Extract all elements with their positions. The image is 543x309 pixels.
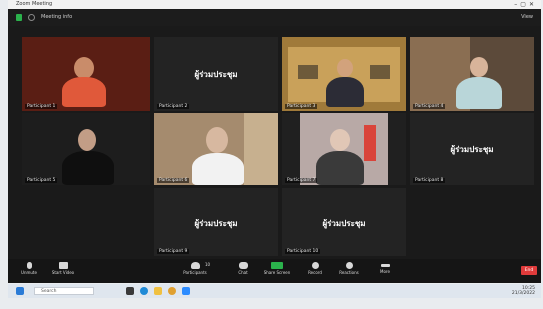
- clock-date: 21/3/2022: [511, 291, 535, 296]
- video-tile-6[interactable]: Participant 6: [154, 113, 278, 185]
- participant-name: Participant 4: [413, 104, 446, 109]
- end-meeting-button[interactable]: End: [521, 266, 537, 275]
- participant-body: [62, 151, 114, 185]
- zoom-app-icon[interactable]: [182, 287, 190, 295]
- video-button[interactable]: Start Video: [48, 261, 78, 281]
- mute-button[interactable]: Unmute: [14, 261, 44, 281]
- participant-face: [206, 127, 228, 153]
- file-explorer-icon[interactable]: [154, 287, 162, 295]
- video-tile-4[interactable]: Participant 4: [410, 37, 534, 111]
- edge-browser-icon[interactable]: [140, 287, 148, 295]
- record-icon: [311, 262, 319, 269]
- participant-face: [337, 59, 353, 77]
- participant-face: [74, 57, 94, 79]
- participant-face: [470, 57, 488, 77]
- reactions-icon: [345, 262, 353, 269]
- record-button[interactable]: Record: [300, 261, 330, 281]
- reactions-button[interactable]: Reactions: [334, 261, 364, 281]
- task-view-icon[interactable]: [126, 287, 134, 295]
- share-screen-icon: [271, 262, 283, 269]
- participant-display-name: ผู้ร่วมประชุม: [194, 70, 238, 80]
- meeting-topbar: Meeting info View: [8, 9, 541, 26]
- taskbar-search-input[interactable]: Search: [34, 287, 94, 295]
- participant-name: Participant 8: [413, 178, 446, 183]
- windows-start-icon[interactable]: [16, 287, 24, 295]
- meeting-info-label[interactable]: Meeting info: [41, 9, 72, 26]
- participant-face: [330, 129, 350, 151]
- microphone-icon: [26, 262, 32, 269]
- participant-name: Participant 2: [157, 104, 190, 109]
- info-icon[interactable]: [28, 14, 35, 21]
- video-tile-9[interactable]: ผู้ร่วมประชุม Participant 9: [154, 188, 278, 256]
- window-titlebar: Zoom Meeting –▢✕: [8, 0, 541, 9]
- video-tile-1[interactable]: Participant 1: [22, 37, 150, 111]
- video-tile-7[interactable]: Participant 7: [282, 113, 406, 185]
- window-controls[interactable]: –▢✕: [514, 0, 537, 9]
- participant-name: Participant 9: [157, 249, 190, 254]
- participant-name: Participant 6: [157, 178, 190, 183]
- view-menu[interactable]: View: [521, 9, 533, 26]
- meeting-toolbar: Unmute Start Video Participants 10 Chat …: [8, 259, 541, 283]
- system-tray-clock[interactable]: 10:25 21/3/2022: [512, 286, 535, 296]
- participant-name: Participant 5: [25, 178, 58, 183]
- participant-name: Participant 3: [285, 104, 318, 109]
- participant-name: Participant 7: [285, 178, 318, 183]
- participant-body: [456, 77, 502, 109]
- more-icon: [380, 264, 390, 267]
- video-tile-10[interactable]: ผู้ร่วมประชุม Participant 10: [282, 188, 406, 256]
- window-title: Zoom Meeting: [16, 1, 53, 7]
- chrome-icon[interactable]: [168, 287, 176, 295]
- participant-display-name: ผู้ร่วมประชุม: [322, 218, 366, 228]
- windows-taskbar: Search 10:25 21/3/2022: [8, 284, 541, 298]
- participant-display-name: ผู้ร่วมประชุม: [450, 145, 494, 155]
- participants-icon: [190, 262, 200, 269]
- video-tile-5[interactable]: Participant 5: [22, 113, 150, 185]
- camera-icon: [58, 262, 68, 269]
- security-shield-icon[interactable]: [16, 14, 22, 21]
- video-tile-2[interactable]: ผู้ร่วมประชุม Participant 2: [154, 37, 278, 111]
- more-button[interactable]: More: [370, 261, 400, 281]
- participant-body: [326, 77, 364, 107]
- video-tile-8[interactable]: ผู้ร่วมประชุม Participant 8: [410, 113, 534, 185]
- video-tile-3[interactable]: Participant 3: [282, 37, 406, 111]
- zoom-window: Zoom Meeting –▢✕ Meeting info View Parti…: [8, 0, 541, 283]
- participant-body: [62, 77, 106, 107]
- participant-name: Participant 1: [25, 104, 58, 109]
- participant-body: [316, 151, 364, 185]
- participants-count-badge: 10: [205, 262, 211, 267]
- participant-body: [192, 153, 244, 185]
- participant-face: [78, 129, 96, 151]
- chat-button[interactable]: Chat: [228, 261, 258, 281]
- participant-name: Participant 10: [285, 249, 321, 254]
- share-screen-button[interactable]: Share Screen: [262, 261, 292, 281]
- chat-icon: [238, 262, 248, 269]
- participant-display-name: ผู้ร่วมประชุม: [194, 218, 238, 228]
